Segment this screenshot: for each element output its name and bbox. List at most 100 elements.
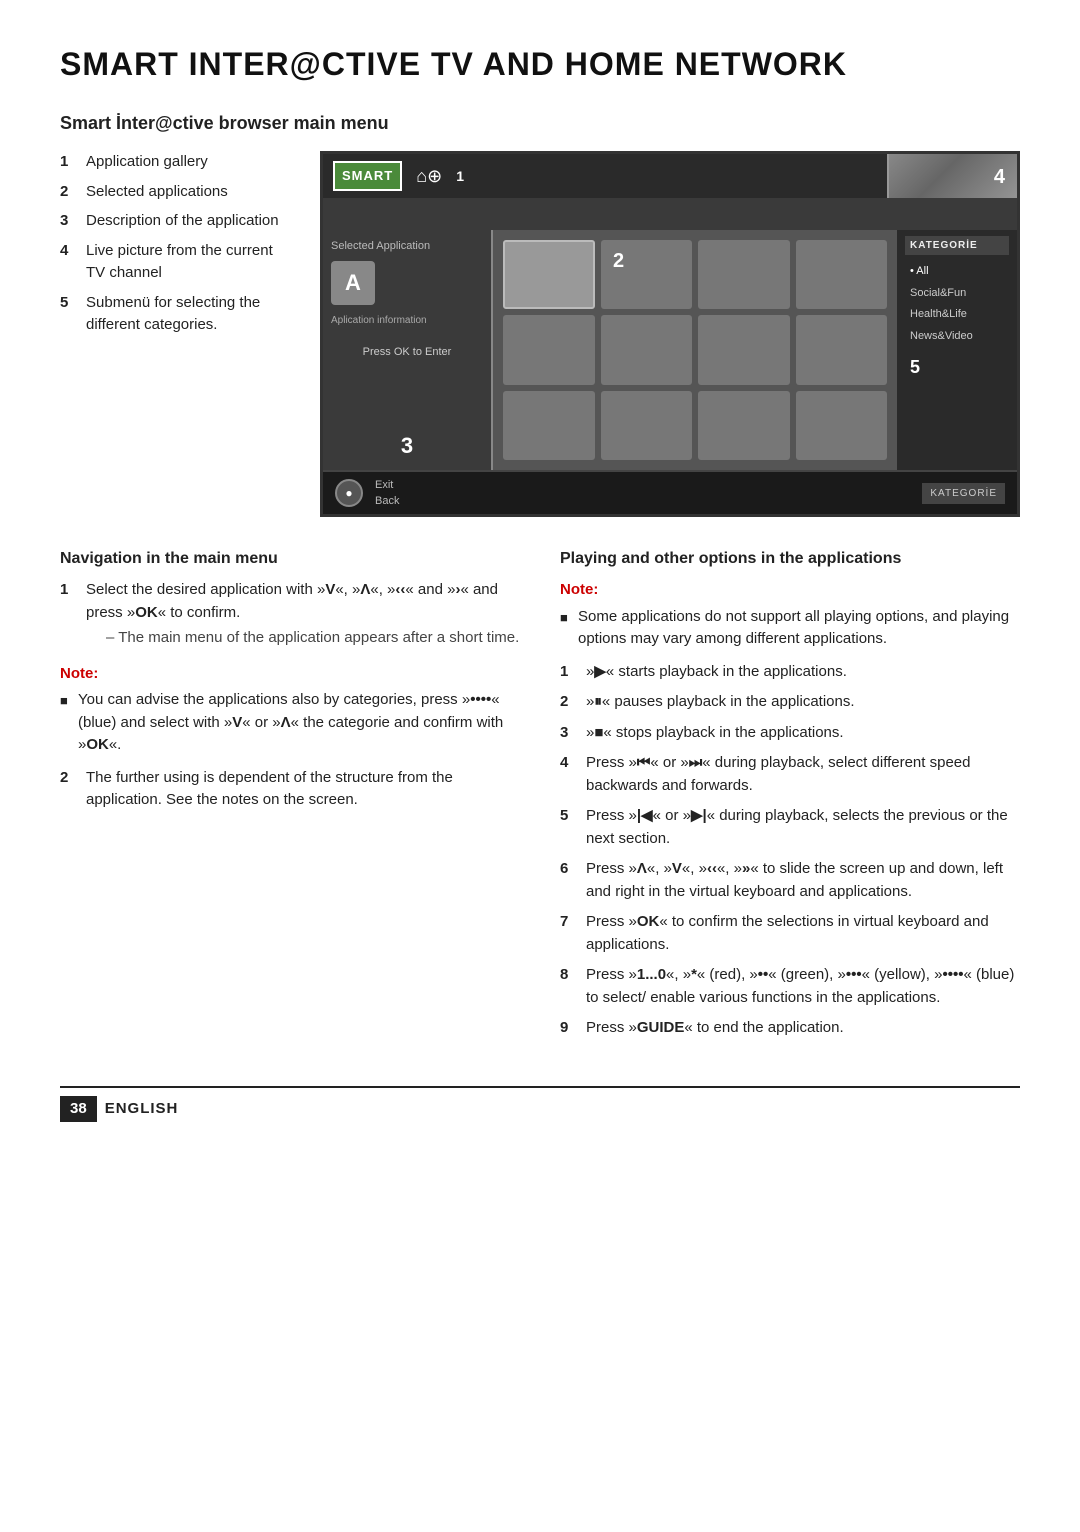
- tv-app-info: Aplication information: [331, 313, 483, 328]
- grid-cell-9: [601, 391, 693, 460]
- grid-cell-5: [601, 315, 693, 384]
- nav-list-2: 2 The further using is dependent of the …: [60, 767, 520, 812]
- list-text-1: Application gallery: [86, 151, 208, 174]
- footer: 38 ENGLISH: [60, 1086, 1020, 1123]
- list-item-3: 3 Description of the application: [60, 210, 290, 233]
- playing-num-8: 8: [560, 964, 578, 987]
- playing-text-8: Press »1...0«, »*« (red), »••« (green), …: [586, 964, 1020, 1009]
- nav-text-1: Select the desired application with »V«,…: [86, 579, 520, 653]
- tv-press-ok: Press OK to Enter: [331, 344, 483, 361]
- bottom-section: Navigation in the main menu 1 Select the…: [60, 547, 1020, 1050]
- playing-text-9: Press »GUIDE« to end the application.: [586, 1017, 844, 1040]
- tv-kategorie-header: KATEGORİE: [905, 236, 1009, 255]
- playing-num-5: 5: [560, 805, 578, 828]
- bullet-icon: ■: [60, 691, 70, 711]
- playing-num-6: 6: [560, 858, 578, 881]
- nav-item-2: 2 The further using is dependent of the …: [60, 767, 520, 812]
- list-item-2: 2 Selected applications: [60, 181, 290, 204]
- top-section: 1 Application gallery 2 Selected applica…: [60, 151, 1020, 517]
- list-text-3: Description of the application: [86, 210, 279, 233]
- nav-note: Note: ■ You can advise the applications …: [60, 663, 520, 757]
- playing-text-6: Press »Λ«, »V«, »‹‹«, »»« to slide the s…: [586, 858, 1020, 903]
- tv-label-5: 5: [910, 354, 1004, 381]
- tv-app-icon: A: [331, 261, 375, 305]
- tv-label-4: 4: [994, 162, 1005, 192]
- playing-item-2: 2 »⏸« pauses playback in the application…: [560, 691, 1020, 714]
- tv-exit-back-text: Exit Back: [375, 477, 399, 510]
- tv-top-bar: SMART ⌂⊕ 1 4: [323, 154, 1017, 198]
- tv-middle: Selected Application A Aplication inform…: [323, 230, 1017, 470]
- playing-num-3: 3: [560, 722, 578, 745]
- nav-note-text-1: You can advise the applications also by …: [78, 689, 520, 757]
- list-item-1: 1 Application gallery: [60, 151, 290, 174]
- browser-menu-list: 1 Application gallery 2 Selected applica…: [60, 151, 290, 517]
- playing-num-2: 2: [560, 691, 578, 714]
- nav-list: 1 Select the desired application with »V…: [60, 579, 520, 653]
- grid-cell-7: [796, 315, 888, 384]
- nav-num-2: 2: [60, 767, 78, 790]
- playing-text-1: »▶« starts playback in the applications.: [586, 661, 847, 684]
- tv-label-2: 2: [613, 246, 624, 276]
- nav-col: Navigation in the main menu 1 Select the…: [60, 547, 520, 1050]
- nav-note-item-1: ■ You can advise the applications also b…: [60, 689, 520, 757]
- list-num-3: 3: [60, 210, 78, 233]
- playing-num-1: 1: [560, 661, 578, 684]
- playing-text-7: Press »OK« to confirm the selections in …: [586, 911, 1020, 956]
- playing-item-5: 5 Press »|◀« or »▶|« during playback, se…: [560, 805, 1020, 850]
- playing-item-6: 6 Press »Λ«, »V«, »‹‹«, »»« to slide the…: [560, 858, 1020, 903]
- playing-note-label: Note:: [560, 581, 598, 598]
- playing-note: Note: ■ Some applications do not support…: [560, 579, 1020, 651]
- page-title: SMART INTER@CTIVE TV AND HOME NETWORK: [60, 40, 1020, 88]
- playing-title: Playing and other options in the applica…: [560, 547, 1020, 571]
- grid-cell-6: [698, 315, 790, 384]
- playing-text-2: »⏸« pauses playback in the applications.: [586, 691, 855, 714]
- nav-text-2: The further using is dependent of the st…: [86, 767, 520, 812]
- playing-item-1: 1 »▶« starts playback in the application…: [560, 661, 1020, 684]
- playing-text-5: Press »|◀« or »▶|« during playback, sele…: [586, 805, 1020, 850]
- playing-col: Playing and other options in the applica…: [560, 547, 1020, 1050]
- nav-title: Navigation in the main menu: [60, 547, 520, 571]
- footer-page-num: 38: [60, 1096, 97, 1123]
- grid-cell-10: [698, 391, 790, 460]
- grid-cell-3: [796, 240, 888, 309]
- tv-home-icon: ⌂⊕: [416, 163, 442, 190]
- nav-num-1: 1: [60, 579, 78, 602]
- playing-bullet-icon: ■: [560, 608, 570, 628]
- list-text-4: Live picture from the current TV channel: [86, 240, 290, 285]
- tv-app-grid: [493, 230, 897, 470]
- list-num-4: 4: [60, 240, 78, 263]
- tv-label-3: 3: [331, 429, 483, 462]
- tv-back-button[interactable]: ●: [335, 479, 363, 507]
- tv-kategorie-all: • All: [905, 262, 1009, 281]
- tv-selected-app-label: Selected Application: [331, 238, 483, 255]
- tv-bottom-bar: ● Exit Back KATEGORİE: [323, 470, 1017, 514]
- tv-kategorie-social: Social&Fun: [905, 284, 1009, 303]
- nav-item-1: 1 Select the desired application with »V…: [60, 579, 520, 653]
- playing-list: 1 »▶« starts playback in the application…: [560, 661, 1020, 1040]
- playing-num-7: 7: [560, 911, 578, 934]
- playing-item-9: 9 Press »GUIDE« to end the application.: [560, 1017, 1020, 1040]
- playing-note-item: ■ Some applications do not support all p…: [560, 606, 1020, 651]
- playing-text-4: Press »⏮« or »⏭« during playback, select…: [586, 752, 1020, 797]
- playing-item-4: 4 Press »⏮« or »⏭« during playback, sele…: [560, 752, 1020, 797]
- playing-item-3: 3 »■« stops playback in the applications…: [560, 722, 1020, 745]
- tv-logo: SMART: [333, 161, 402, 191]
- section1-title: Smart İnter@ctive browser main menu: [60, 110, 1020, 137]
- nav-note-label: Note:: [60, 665, 98, 682]
- playing-text-3: »■« stops playback in the applications.: [586, 722, 844, 745]
- tv-kategorie-news: News&Video: [905, 327, 1009, 346]
- list-num-1: 1: [60, 151, 78, 174]
- list-text-2: Selected applications: [86, 181, 228, 204]
- grid-cell-11: [796, 391, 888, 460]
- playing-item-7: 7 Press »OK« to confirm the selections i…: [560, 911, 1020, 956]
- playing-note-text: Some applications do not support all pla…: [578, 606, 1020, 651]
- nav-sub-1: – The main menu of the application appea…: [106, 627, 520, 650]
- playing-item-8: 8 Press »1...0«, »*« (red), »••« (green)…: [560, 964, 1020, 1009]
- tv-right-panel: KATEGORİE • All Social&Fun Health&Life N…: [897, 230, 1017, 470]
- grid-cell-2: [698, 240, 790, 309]
- tv-left-panel: Selected Application A Aplication inform…: [323, 230, 493, 470]
- list-item-5: 5 Submenü for selecting the different ca…: [60, 292, 290, 337]
- list-item-4: 4 Live picture from the current TV chann…: [60, 240, 290, 285]
- tv-kategorie-bottom: KATEGORİE: [922, 483, 1005, 504]
- list-text-5: Submenü for selecting the different cate…: [86, 292, 290, 337]
